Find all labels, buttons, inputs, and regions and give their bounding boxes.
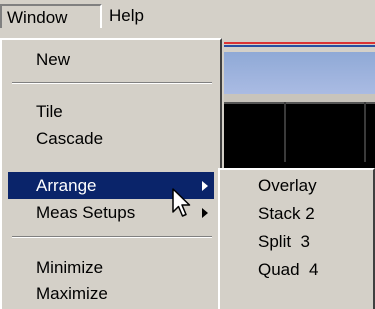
menu-item-minimize[interactable]: Minimize xyxy=(8,254,214,281)
menu-separator xyxy=(12,82,212,84)
submenu-arrow-icon xyxy=(202,208,208,218)
arrange-submenu: Overlay Stack 2 Split 3 Quad 4 xyxy=(218,168,375,309)
arrow-pointer-icon xyxy=(172,188,191,217)
menu-item-label: Maximize xyxy=(36,284,108,303)
background-accent-line xyxy=(224,42,375,44)
menu-item-label: Minimize xyxy=(36,258,104,277)
menu-item-new[interactable]: New xyxy=(8,46,214,73)
submenu-item-quad[interactable]: Quad 4 xyxy=(258,256,319,284)
menu-item-label: Cascade xyxy=(36,129,104,148)
menu-item-tile[interactable]: Tile xyxy=(8,98,214,125)
menu-item-cascade[interactable]: Cascade xyxy=(8,125,214,152)
menu-item-label: New xyxy=(36,50,71,69)
menu-item-label: Arrange xyxy=(36,176,97,195)
background-window-titlebar xyxy=(224,52,375,94)
menu-help[interactable]: Help xyxy=(104,4,149,28)
window-menu: New Tile Cascade Arrange Meas Setups Min… xyxy=(0,38,222,309)
menu-separator xyxy=(12,236,212,238)
background-accent-line xyxy=(224,45,375,47)
submenu-item-overlay[interactable]: Overlay xyxy=(258,172,317,200)
submenu-arrow-icon xyxy=(202,181,208,191)
submenu-item-stack[interactable]: Stack 2 xyxy=(258,200,315,228)
menu-item-label: Meas Setups xyxy=(36,203,136,222)
menu-bar: Window Help xyxy=(0,0,375,30)
menu-item-maximize[interactable]: Maximize xyxy=(8,280,214,307)
submenu-item-split[interactable]: Split 3 xyxy=(258,228,310,256)
menu-window[interactable]: Window xyxy=(0,4,102,28)
menu-item-label: Tile xyxy=(36,102,63,121)
